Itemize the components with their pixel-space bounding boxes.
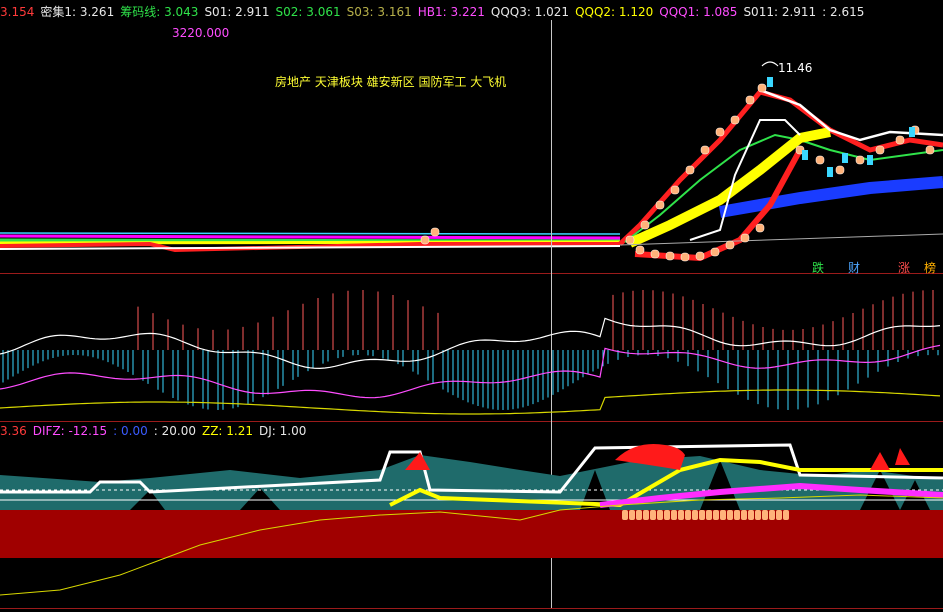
red-band — [0, 510, 943, 558]
candle-marker — [650, 249, 660, 259]
candle-body — [842, 153, 848, 163]
price-panel: 11.46 — [0, 61, 943, 262]
peak-label: 11.46 — [778, 61, 812, 75]
candle-marker — [685, 165, 695, 175]
ma-line-magenta — [0, 234, 621, 240]
indicator-marker — [748, 510, 754, 520]
indicator-marker — [657, 510, 663, 520]
candle-marker — [640, 220, 650, 230]
candle-marker — [670, 185, 680, 195]
candle-marker — [855, 155, 865, 165]
indicator-marker — [776, 510, 782, 520]
candle-marker — [635, 245, 645, 255]
oscillator-bars — [2, 290, 939, 410]
candle-marker — [725, 240, 735, 250]
indicator-marker — [692, 510, 698, 520]
candle-marker — [745, 95, 755, 105]
bottom-tag-2: 涨 — [898, 261, 911, 275]
indicator-marker — [664, 510, 670, 520]
indicator-item-1: DIFZ: -12.15 — [32, 424, 108, 438]
indicator-item-4: ZZ: 1.21 — [201, 424, 253, 438]
indicator-marker — [671, 510, 677, 520]
base-line-gray — [619, 233, 943, 246]
candle-marker — [835, 165, 845, 175]
candle-marker — [740, 233, 750, 243]
candle-body — [827, 167, 833, 177]
candle-marker — [875, 145, 885, 155]
oscillator-line-yellow — [0, 389, 941, 415]
indicator-marker — [678, 510, 684, 520]
indicator-marker — [622, 510, 628, 520]
main-bottom-tags: 跌 财 涨榜 — [812, 259, 942, 275]
peak-arrow-icon — [761, 61, 779, 67]
candle-marker — [925, 145, 935, 155]
indicator-marker — [734, 510, 740, 520]
candle-body — [767, 77, 773, 87]
bottom-tag-0: 跌 — [812, 261, 825, 275]
stock-chart-window[interactable]: 3.154 密集1: 3.261 筹码线: 3.043 S01: 2.911 S02: … — [0, 0, 943, 612]
candle-body — [867, 155, 873, 165]
candle-marker — [815, 155, 825, 165]
indicator-marker — [769, 510, 775, 520]
oscillator-line-white — [0, 317, 941, 370]
indicator-marker — [741, 510, 747, 520]
candle-marker — [730, 115, 740, 125]
indicator-marker — [720, 510, 726, 520]
candle-body — [909, 127, 915, 137]
indicator-marker — [685, 510, 691, 520]
indicator-item-5: DJ: 1.00 — [259, 424, 307, 438]
candle-marker — [680, 252, 690, 262]
candle-marker — [700, 145, 710, 155]
indicator-marker — [629, 510, 635, 520]
chart-canvas[interactable]: 11.46 — [0, 0, 943, 612]
sector-labels: 房地产 天津板块 雄安新区 国防军工 大飞机 — [275, 75, 507, 89]
candle-marker — [715, 127, 725, 137]
indicator-marker — [727, 510, 733, 520]
indicator-marker — [783, 510, 789, 520]
indicator-readout: 3.36 DIFZ: -12.15 : 0.00 : 20.00 ZZ: 1.21 DJ:… — [0, 424, 312, 438]
candle-marker — [710, 247, 720, 257]
indicator-marker — [636, 510, 642, 520]
indicator-marker — [643, 510, 649, 520]
bottom-tag-1: 财 — [848, 261, 861, 275]
candle-marker — [757, 83, 767, 93]
candle-body — [802, 150, 808, 160]
indicator-marker — [713, 510, 719, 520]
indicator-item-2: : 0.00 — [113, 424, 148, 438]
oscillator-panel — [0, 290, 941, 415]
candle-marker — [420, 235, 430, 245]
candle-marker — [430, 227, 440, 237]
bottom-tag-3: 榜 — [924, 261, 937, 275]
candle-marker — [625, 235, 635, 245]
indicator-marker — [755, 510, 761, 520]
candle-marker — [755, 223, 765, 233]
ma-line-cyan — [0, 232, 621, 235]
candle-marker — [895, 135, 905, 145]
candle-marker — [695, 251, 705, 261]
indicator-marker — [762, 510, 768, 520]
candle-marker — [665, 251, 675, 261]
indicator-marker — [650, 510, 656, 520]
trend-line-blue — [718, 176, 943, 218]
indicator-marker — [699, 510, 705, 520]
indicator-panel — [0, 443, 943, 596]
indicator-item-3: : 20.00 — [153, 424, 196, 438]
indicator-marker — [706, 510, 712, 520]
indicator-item-0: 3.36 — [0, 424, 27, 438]
candle-marker — [655, 200, 665, 210]
